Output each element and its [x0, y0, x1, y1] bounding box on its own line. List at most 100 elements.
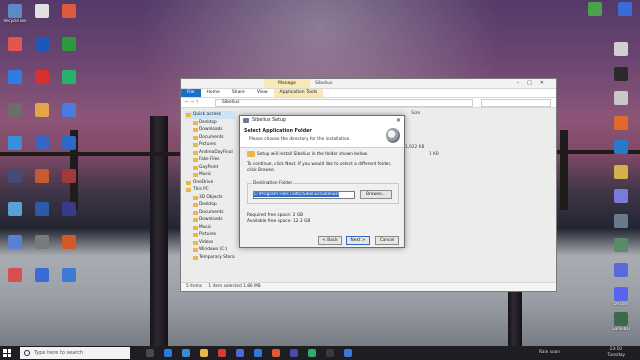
desktop-icon[interactable] [0, 136, 30, 151]
desktop-icon[interactable] [27, 37, 57, 52]
next-button[interactable]: Next > [346, 236, 370, 245]
desktop-icon[interactable] [610, 2, 640, 17]
desktop-icon[interactable]: Discord [606, 287, 636, 307]
desktop-icon[interactable] [606, 213, 636, 229]
taskbar-app-icon[interactable] [146, 349, 154, 357]
desktop-icon[interactable] [606, 164, 636, 180]
nav-item[interactable]: Desktop [185, 119, 235, 127]
nav-item[interactable]: Documents [185, 134, 235, 142]
desktop-icon[interactable] [27, 268, 57, 283]
start-button[interactable] [3, 349, 11, 357]
nav-item[interactable]: Windows (C:) [185, 246, 235, 254]
nav-item[interactable]: Fake Files [185, 156, 235, 164]
desktop-icon[interactable] [0, 169, 30, 184]
nav-item[interactable]: Videos [185, 239, 235, 247]
nav-item[interactable]: AndreaDayFinal [185, 149, 235, 157]
nav-item[interactable]: Downloads [185, 126, 235, 134]
nav-item[interactable]: Quick access [185, 111, 235, 119]
nav-item[interactable]: Pictures [185, 141, 235, 149]
desktop-icon[interactable] [27, 70, 57, 85]
desktop-icon[interactable] [27, 103, 57, 118]
nav-item[interactable]: Temporary Stora [185, 254, 235, 262]
desktop-icon[interactable] [54, 202, 84, 217]
taskbar-app-icon[interactable] [326, 349, 334, 357]
nav-item[interactable]: OneDrive [185, 179, 235, 187]
taskbar-search-box[interactable]: Type here to search [20, 347, 130, 359]
nav-item[interactable]: Downloads [185, 216, 235, 224]
desktop-icon[interactable] [0, 37, 30, 52]
taskbar-app-icon[interactable] [272, 349, 280, 357]
taskbar-app-icon[interactable] [182, 349, 190, 357]
back-button[interactable]: < Back [318, 236, 342, 245]
desktop-icon[interactable] [27, 136, 57, 151]
ribbon-tab-view[interactable]: View [251, 89, 274, 97]
desktop-icon[interactable] [606, 262, 636, 278]
desktop-icon[interactable] [0, 70, 30, 85]
cancel-button[interactable]: Cancel [375, 236, 399, 245]
desktop-icon[interactable] [0, 268, 30, 283]
desktop-icon[interactable] [606, 115, 636, 131]
desktop-icon[interactable]: Gamebar [606, 311, 636, 332]
desktop-icon[interactable] [27, 202, 57, 217]
desktop-icon[interactable] [606, 42, 636, 57]
desktop-icon[interactable] [27, 235, 57, 250]
desktop-icon[interactable] [0, 202, 30, 217]
desktop-icon[interactable] [54, 103, 84, 118]
desktop-icon[interactable] [580, 2, 610, 17]
app-icon [62, 70, 76, 84]
nav-item[interactable]: Pictures [185, 231, 235, 239]
nav-item[interactable]: This PC [185, 186, 235, 194]
taskbar-app-icon[interactable] [218, 349, 226, 357]
clock-date[interactable]: Tuesday [608, 353, 625, 358]
nav-item[interactable]: 3D Objects [185, 194, 235, 202]
desktop-icon[interactable] [54, 37, 84, 52]
desktop-icon[interactable] [0, 235, 30, 250]
nav-item[interactable]: Desktop [185, 201, 235, 209]
ribbon-tab-file[interactable]: File [181, 89, 201, 97]
desktop-icon[interactable] [54, 70, 84, 85]
desktop-icon[interactable] [27, 169, 57, 184]
manage-tab[interactable]: Manage [264, 79, 310, 88]
taskbar-app-icon[interactable] [308, 349, 316, 357]
desktop-icon[interactable] [606, 66, 636, 82]
ribbon-tab-share[interactable]: Share [226, 89, 251, 97]
desktop-icon[interactable] [606, 140, 636, 155]
desktop-icon[interactable] [0, 103, 30, 118]
desktop-icon[interactable] [606, 238, 636, 253]
taskbar-app-icon[interactable] [290, 349, 298, 357]
ribbon-tab-home[interactable]: Home [201, 89, 226, 97]
nav-item-label: Pictures [199, 142, 217, 147]
address-bar[interactable]: Sibelius [215, 99, 473, 107]
destination-path-input[interactable]: C:\Program Files (x86)\Sibelius\Sibelius… [253, 191, 355, 199]
column-size[interactable]: Size [411, 111, 420, 116]
weather-text[interactable]: Rain soon [539, 350, 560, 355]
explorer-search-input[interactable] [481, 99, 551, 107]
desktop-icon[interactable] [54, 4, 84, 19]
taskbar-app-icon[interactable] [164, 349, 172, 357]
nav-item[interactable]: GayPoint [185, 164, 235, 172]
taskbar-app-icon[interactable] [200, 349, 208, 357]
explorer-titlebar[interactable]: Manage Sibelius –□✕ [181, 79, 556, 89]
window-controls[interactable]: –□✕ [517, 79, 552, 88]
nav-item[interactable]: Documents [185, 209, 235, 217]
browse-button[interactable]: Browse... [360, 190, 392, 199]
taskbar-app-icon[interactable] [254, 349, 262, 357]
nav-item[interactable]: Music [185, 171, 235, 179]
desktop-icon[interactable]: Recycle Bin [0, 4, 30, 24]
desktop-icon[interactable] [606, 91, 636, 106]
clock-time[interactable]: 23:10 [610, 347, 622, 352]
nav-item[interactable]: Music [185, 224, 235, 232]
dialog-titlebar[interactable]: Sibelius Setup ✕ [240, 116, 404, 125]
nav-arrows-icon[interactable]: ← → ↑ [185, 98, 199, 107]
desktop-icon[interactable] [606, 189, 636, 204]
sibelius-setup-dialog[interactable]: Sibelius Setup ✕ Select Application Fold… [239, 115, 405, 248]
desktop-icon[interactable] [54, 235, 84, 250]
desktop-icon[interactable] [54, 136, 84, 151]
taskbar-app-icon[interactable] [236, 349, 244, 357]
desktop-icon[interactable] [27, 4, 57, 19]
taskbar-app-icon[interactable] [344, 349, 352, 357]
close-icon[interactable]: ✕ [396, 116, 401, 125]
ribbon-tab-application-tools[interactable]: Application Tools [273, 89, 324, 97]
desktop-icon[interactable] [54, 268, 84, 283]
desktop-icon[interactable] [54, 169, 84, 184]
